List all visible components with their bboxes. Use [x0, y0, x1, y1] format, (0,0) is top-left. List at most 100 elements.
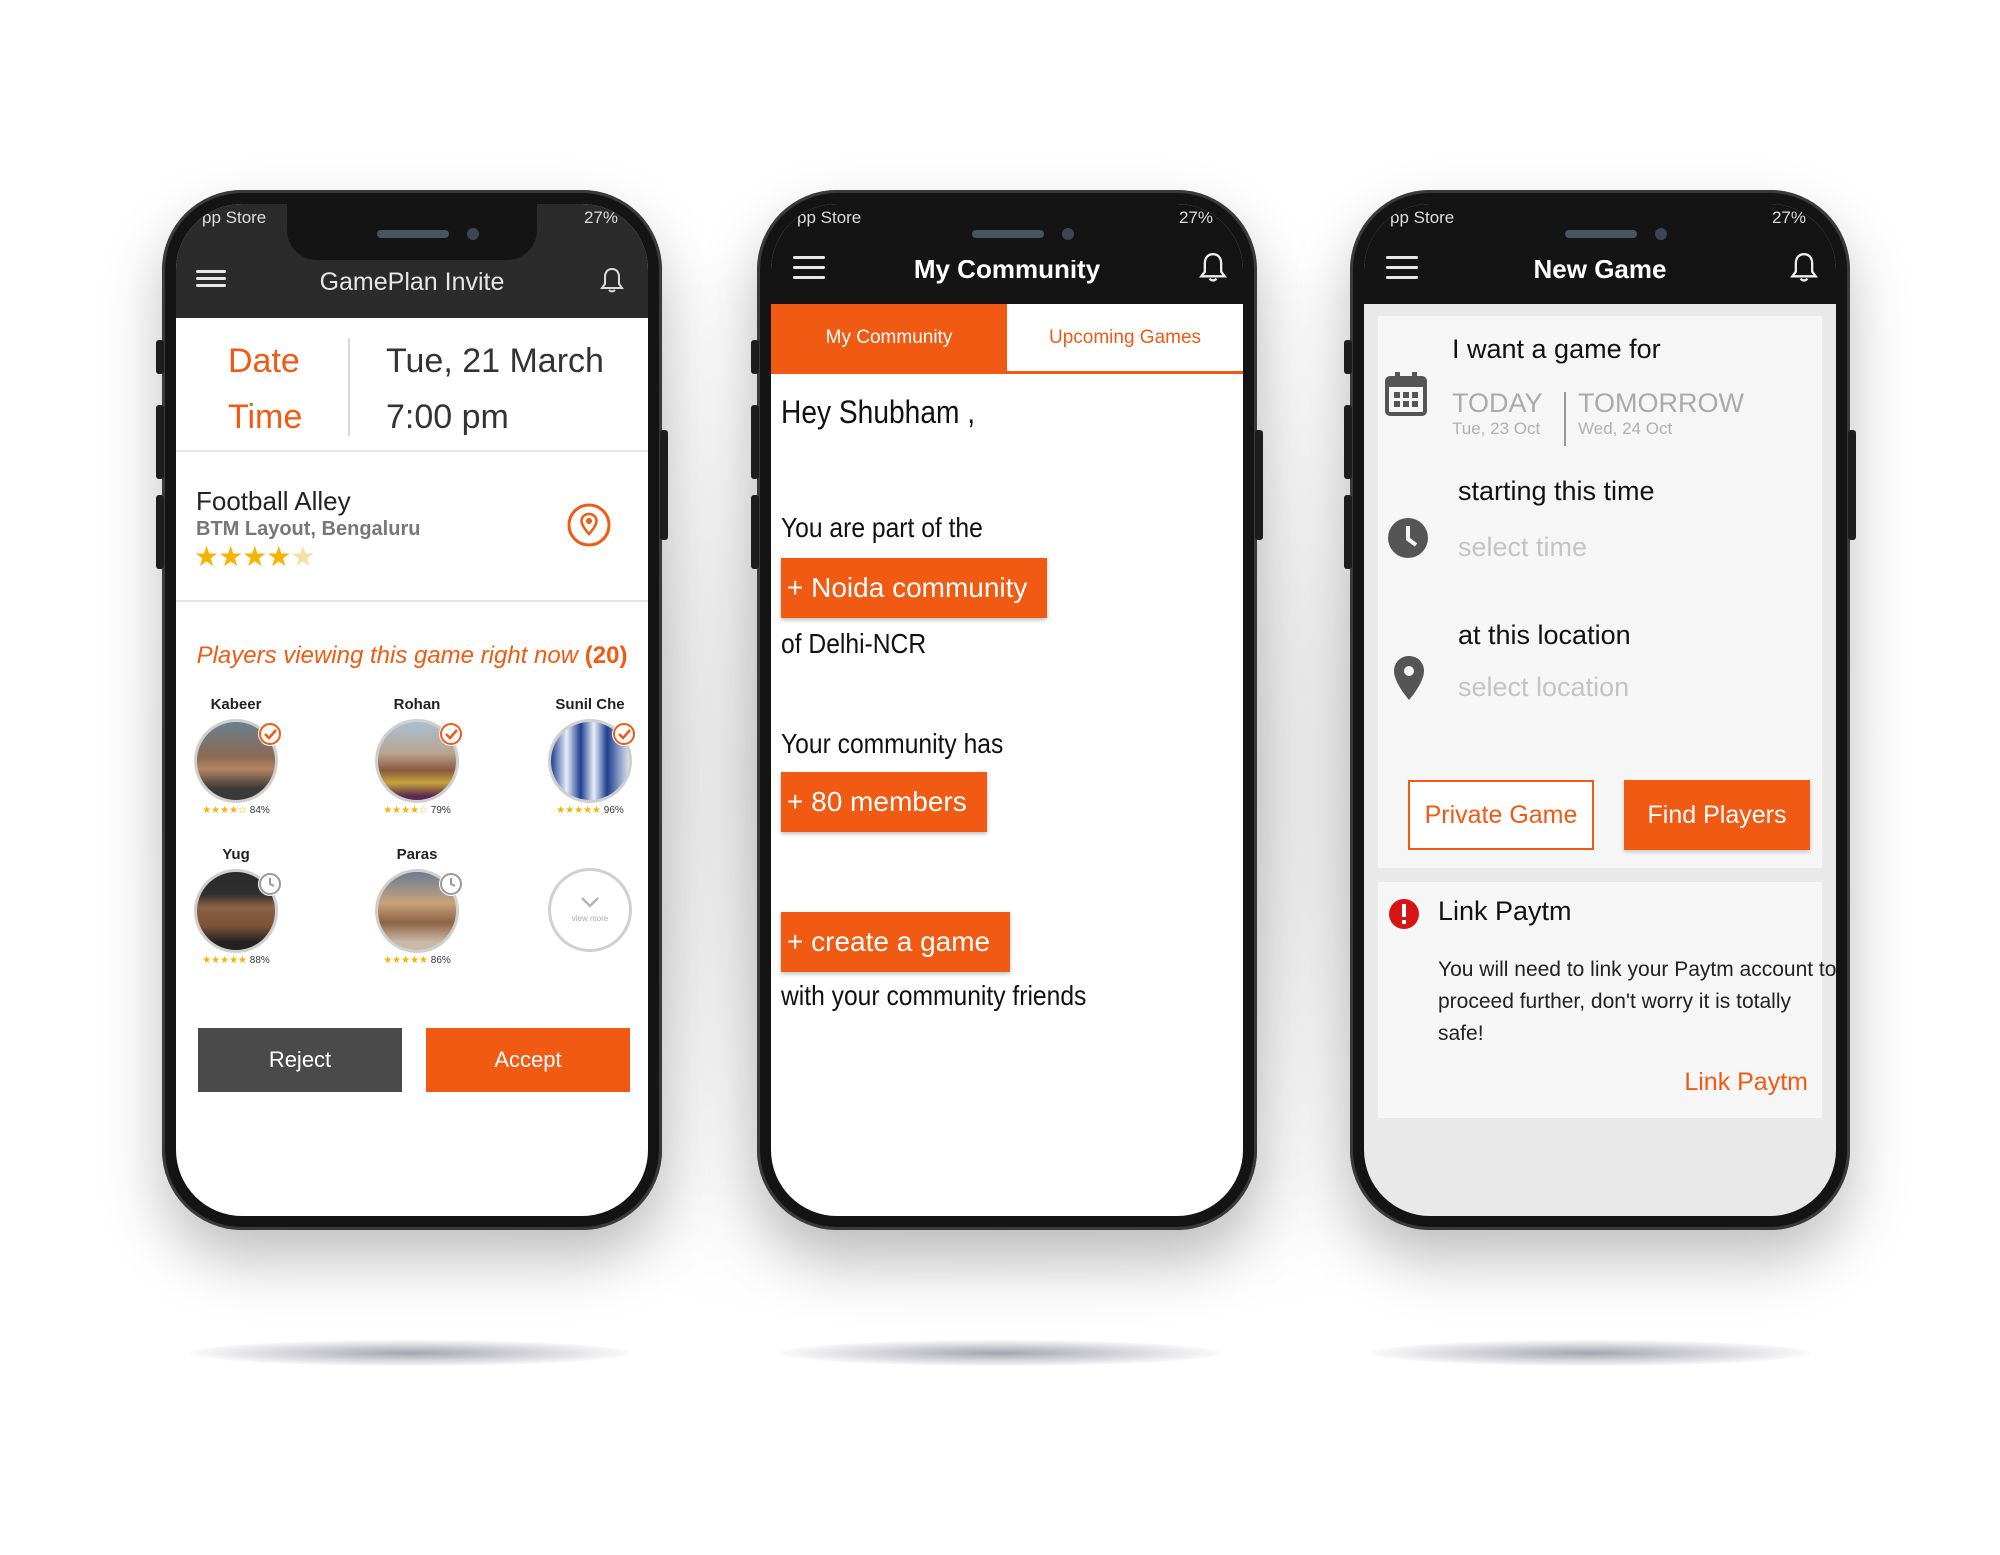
phone-invite: pp Store 27% GamePlan Invite Date Time T…	[156, 190, 668, 1230]
venue-location: BTM Layout, Bengaluru	[196, 518, 421, 540]
phone-shadow	[190, 1340, 630, 1366]
player-rating: ★★★★☆ 84%	[202, 805, 270, 816]
player-percent: 79%	[430, 805, 451, 816]
view-more-button[interactable]: view more	[548, 868, 632, 952]
paytm-message: You will need to link your Paytm account…	[1438, 954, 1836, 1050]
time-select[interactable]: select time	[1458, 532, 1587, 563]
player-rating: ★★★★★ 86%	[383, 955, 451, 966]
phone-community: pp Store 27% My Community My Community U…	[751, 190, 1263, 1230]
venue-name: Football Alley	[196, 486, 351, 516]
status-carrier: pp Store	[1390, 208, 1455, 227]
notification-bell-icon[interactable]	[600, 266, 624, 294]
private-game-button[interactable]: Private Game	[1408, 780, 1594, 850]
status-battery: 27%	[1178, 208, 1213, 227]
invite-screen: pp Store 27% GamePlan Invite Date Time T…	[176, 204, 648, 1216]
notification-bell-icon[interactable]	[1199, 250, 1227, 284]
new-game-screen: pp Store 27% New Game I want a game for …	[1364, 204, 1836, 1216]
map-pin-icon[interactable]	[566, 502, 612, 548]
check-badge-icon	[258, 722, 282, 746]
day-divider	[1564, 392, 1566, 446]
game-form-card: I want a game for TODAY Tue, 23 Oct TOMO…	[1378, 316, 1822, 868]
player-rating: ★★★★★ 88%	[202, 955, 270, 966]
phone-shadow	[780, 1340, 1220, 1366]
greeting-text: Hey Shubham ,	[781, 394, 976, 430]
members-button[interactable]: + 80 members	[781, 772, 987, 832]
notification-bell-icon[interactable]	[1790, 250, 1818, 284]
phone-shadow	[1370, 1340, 1810, 1366]
players-count: (20)	[584, 642, 628, 669]
region-text: of Delhi-NCR	[781, 628, 927, 659]
find-players-button[interactable]: Find Players	[1624, 780, 1810, 850]
status-battery: 27%	[583, 208, 618, 227]
clock-badge-icon	[258, 872, 282, 896]
player-name: Kabeer	[210, 696, 262, 713]
time-value: 7:00 pm	[386, 398, 509, 436]
accept-button[interactable]: Accept	[426, 1028, 630, 1092]
player-name: Paras	[396, 846, 438, 863]
phone-new-game: pp Store 27% New Game I want a game for …	[1344, 190, 1856, 1230]
tomorrow-label: TOMORROW	[1578, 388, 1744, 418]
players-heading: Players viewing this game right now (20)	[176, 642, 648, 670]
player-card[interactable]: Yug ★★★★★ 88%	[176, 846, 296, 966]
community-screen: pp Store 27% My Community My Community U…	[771, 204, 1243, 1216]
venue-rating: ★★★★★	[194, 541, 316, 572]
player-percent: 88%	[249, 955, 270, 966]
status-carrier: pp Store	[797, 208, 862, 227]
player-card[interactable]: Sunil Che ★★★★★ 96%	[530, 696, 648, 816]
status-carrier: pp Store	[202, 208, 267, 227]
player-name: Yug	[222, 846, 250, 863]
want-label: I want a game for	[1452, 334, 1661, 364]
showcase-background: pp Store 27% GamePlan Invite Date Time T…	[0, 0, 2000, 1555]
player-name: Sunil Che	[555, 696, 625, 713]
tab-my-community[interactable]: My Community	[771, 304, 1007, 371]
phone-notch	[287, 204, 537, 260]
check-badge-icon	[439, 722, 463, 746]
tomorrow-date: Wed, 24 Oct	[1578, 419, 1673, 438]
paytm-title: Link Paytm	[1438, 896, 1572, 926]
link-paytm-link[interactable]: Link Paytm	[1684, 1068, 1808, 1097]
time-label: Time	[228, 398, 303, 436]
venue-section: Football Alley BTM Layout, Bengaluru ★★★…	[176, 454, 648, 602]
today-date: Tue, 23 Oct	[1452, 419, 1541, 438]
location-label: at this location	[1458, 620, 1631, 650]
date-value: Tue, 21 March	[386, 342, 604, 380]
view-more-label: view more	[571, 914, 609, 923]
players-heading-text: Players viewing this game right now	[196, 642, 579, 669]
phone-notch	[1475, 204, 1725, 260]
player-card[interactable]: Rohan ★★★★☆ 79%	[357, 696, 477, 816]
divider	[348, 338, 350, 436]
player-rating: ★★★★☆ 79%	[383, 805, 451, 816]
reject-button[interactable]: Reject	[198, 1028, 402, 1092]
friends-text: with your community friends	[781, 980, 1087, 1011]
paytm-message-line: You will need to link your Paytm account…	[1438, 958, 1836, 981]
player-card[interactable]: Kabeer ★★★★☆ 84%	[176, 696, 296, 816]
location-select[interactable]: select location	[1458, 672, 1629, 703]
page-title: GamePlan Invite	[319, 268, 505, 296]
player-percent: 86%	[430, 955, 451, 966]
date-label: Date	[228, 342, 300, 380]
player-percent: 96%	[603, 805, 624, 816]
chevron-down-icon	[581, 897, 599, 908]
community-button[interactable]: + Noida community	[781, 558, 1048, 618]
tab-upcoming-games[interactable]: Upcoming Games	[1007, 304, 1243, 371]
date-time-section: Date Time Tue, 21 March 7:00 pm	[176, 318, 648, 452]
location-pin-icon	[1394, 656, 1424, 700]
paytm-message-line: proceed further, don't worry it is total…	[1438, 990, 1792, 1013]
clock-badge-icon	[439, 872, 463, 896]
today-label: TODAY	[1452, 388, 1543, 418]
alert-icon	[1389, 899, 1419, 929]
clock-icon	[1388, 518, 1428, 558]
player-percent: 84%	[249, 805, 270, 816]
create-game-button[interactable]: + create a game	[781, 912, 1011, 972]
part-of-text: You are part of the	[781, 512, 983, 543]
today-option[interactable]: TODAY Tue, 23 Oct	[1452, 388, 1543, 439]
check-badge-icon	[612, 722, 636, 746]
tab-bar: My Community Upcoming Games	[771, 304, 1243, 374]
paytm-card: Link Paytm You will need to link your Pa…	[1378, 882, 1836, 1118]
time-label: starting this time	[1458, 476, 1655, 506]
player-name: Rohan	[393, 696, 441, 713]
paytm-message-line: safe!	[1438, 1022, 1484, 1045]
status-battery: 27%	[1771, 208, 1806, 227]
player-card[interactable]: Paras ★★★★★ 86%	[357, 846, 477, 966]
tomorrow-option[interactable]: TOMORROW Wed, 24 Oct	[1578, 388, 1744, 439]
